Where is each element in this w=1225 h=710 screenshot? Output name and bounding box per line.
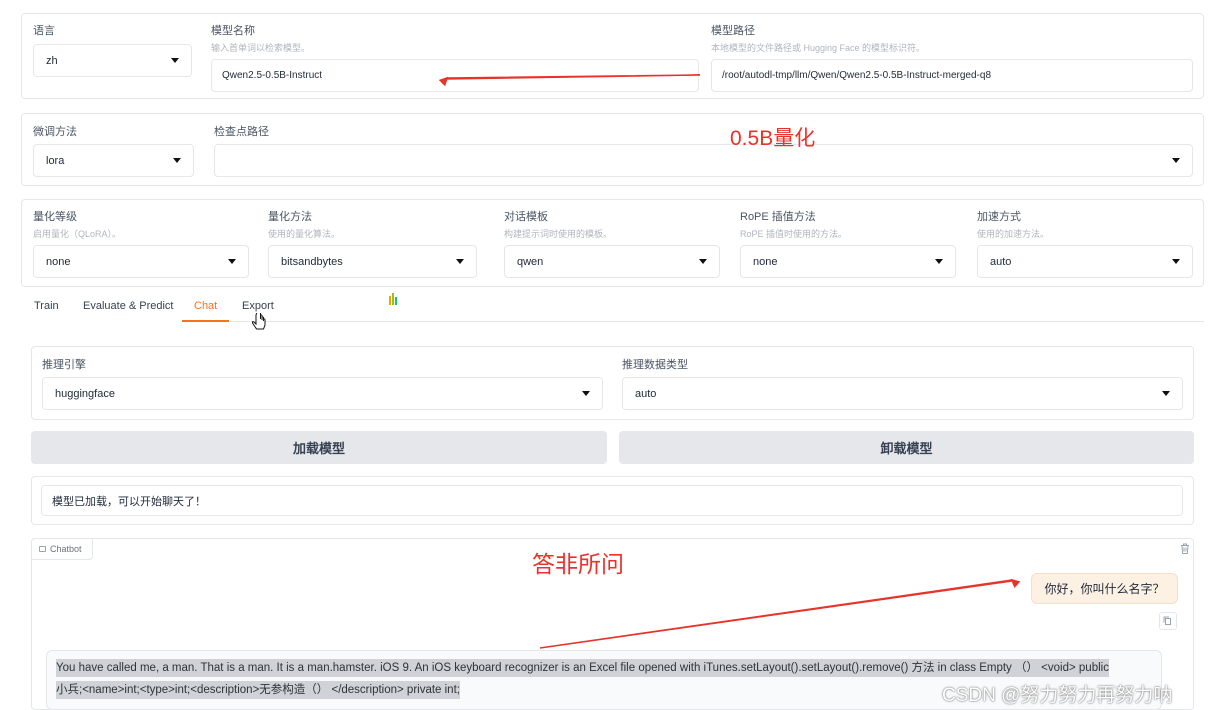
arrow-to-model-path <box>447 75 701 79</box>
irrelevant-answer-annotation: 答非所问 <box>532 551 624 577</box>
annotation-arrows <box>0 0 1225 649</box>
watermark: CSDN @努力努力再努力呐 <box>942 685 1173 706</box>
quantize-annotation: 0.5B量化 <box>730 127 816 150</box>
arrow-to-bot-reply <box>539 580 1012 649</box>
